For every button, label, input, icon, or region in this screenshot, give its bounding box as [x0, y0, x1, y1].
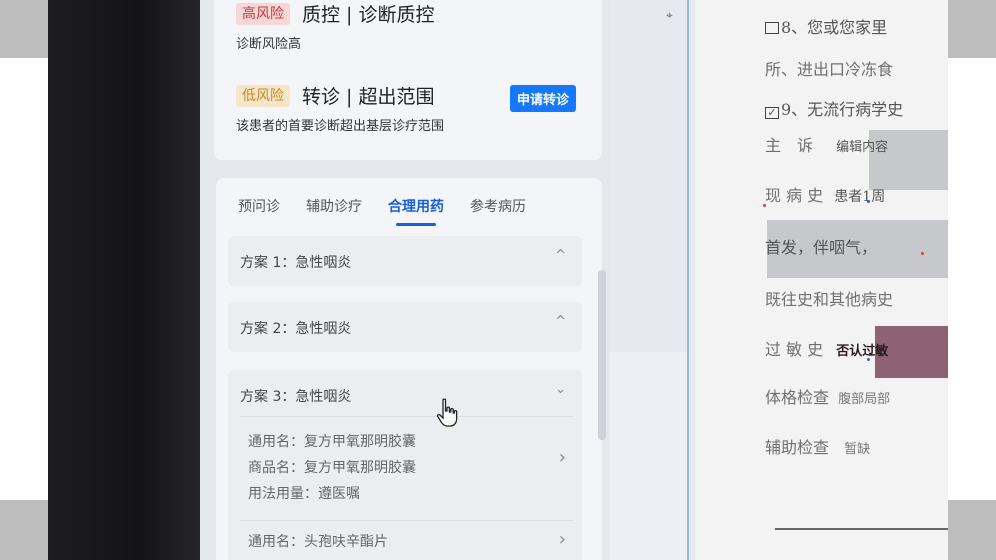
- tab-bar: 预问诊 辅助诊疗 合理用药 参考病历: [238, 196, 552, 226]
- auxiliary-exam-value[interactable]: 暂缺: [844, 442, 870, 457]
- past-history-label: 既往史和其他病史: [765, 290, 894, 309]
- document-edge: [687, 0, 689, 560]
- plan-item-1[interactable]: 方案 1：急性咽炎 ^: [228, 236, 582, 286]
- medical-record-document: 8、您或您家里 所、进出口冷冻食 ✓ 9、无流行病学史 主 诉 编辑内容 现 病 …: [695, 0, 948, 560]
- allergy-value[interactable]: 否认过敏: [836, 344, 888, 359]
- tab-reference-records[interactable]: 参考病历: [470, 196, 526, 216]
- chevron-right-icon[interactable]: ›: [559, 447, 566, 468]
- physical-exam-row[interactable]: 体格检查 腹部局部: [765, 384, 890, 408]
- auxiliary-exam-row[interactable]: 辅助检查 暂缺: [765, 434, 870, 458]
- checklist-item-9[interactable]: ✓ 9、无流行病学史: [765, 96, 903, 120]
- photo-frame-right: [948, 58, 996, 500]
- signature-line: [775, 528, 948, 530]
- photo-frame-bottom-right: [948, 500, 996, 560]
- field-label: 体格检查: [765, 388, 830, 407]
- assistant-panel: 高风险 质控 | 诊断质控 诊断风险高 低风险 转诊 | 超出范围 该患者的首要…: [200, 0, 610, 560]
- drug-generic-name: 通用名：复方甲氧那明胶囊: [248, 434, 416, 450]
- risk-title: 质控 | 诊断质控: [302, 4, 435, 26]
- pin-icon[interactable]: ⌖: [666, 8, 673, 23]
- plan-item-2[interactable]: 方案 2：急性咽炎 ^: [228, 302, 582, 352]
- drug-generic-name: 通用名：头孢呋辛酯片: [248, 534, 388, 550]
- marker-dot: [867, 358, 870, 361]
- doc-line: 所、进出口冷冻食: [765, 60, 894, 79]
- field-label: 现 病 史: [765, 186, 824, 205]
- present-illness-cont[interactable]: 首发，伴咽气，: [765, 234, 877, 258]
- photo-frame-left: [0, 58, 48, 500]
- risk-item-referral[interactable]: 低风险 转诊 | 超出范围 该患者的首要诊断超出基层诊疗范围: [236, 82, 444, 134]
- plan-title: 方案 2：急性咽炎: [240, 321, 352, 337]
- drug-brand-name: 商品名：复方甲氧那明胶囊: [248, 460, 416, 476]
- low-risk-badge: 低风险: [236, 84, 290, 107]
- chevron-up-icon[interactable]: ^: [555, 314, 566, 329]
- chevron-down-icon[interactable]: ⌄: [555, 382, 566, 397]
- tab-pre-consultation[interactable]: 预问诊: [238, 196, 280, 216]
- risk-item-quality[interactable]: 高风险 质控 | 诊断质控 诊断风险高: [236, 0, 434, 52]
- screen: 高风险 质控 | 诊断质控 诊断风险高 低风险 转诊 | 超出范围 该患者的首要…: [200, 0, 948, 560]
- field-label: 过 敏 史: [765, 340, 824, 359]
- chevron-up-icon[interactable]: ^: [555, 248, 566, 263]
- drug-item[interactable]: 通用名：头孢呋辛酯片 ›: [240, 520, 574, 560]
- risk-title: 转诊 | 超出范围: [302, 86, 435, 108]
- marker-dot: [921, 252, 924, 255]
- high-risk-badge: 高风险: [236, 2, 290, 25]
- field-label: 辅助检查: [765, 438, 830, 457]
- main-card: 预问诊 辅助诊疗 合理用药 参考病历 方案 1：急性咽炎 ^ 方案 2：急性咽炎…: [216, 178, 602, 560]
- tab-assisted-diagnosis[interactable]: 辅助诊疗: [306, 196, 362, 216]
- plan-item-3[interactable]: 方案 3：急性咽炎 ⌄ 通用名：复方甲氧那明胶囊 商品名：复方甲氧那明胶囊 用法…: [228, 370, 582, 560]
- risk-desc: 该患者的首要诊断超出基层诊疗范围: [236, 119, 445, 134]
- gutter-band: [610, 0, 690, 352]
- marker-dot: [867, 200, 870, 203]
- panel-scrollbar[interactable]: [598, 270, 606, 440]
- drug-usage: 用法用量：遵医嘱: [248, 486, 360, 502]
- apply-referral-button[interactable]: 申请转诊: [509, 85, 576, 112]
- photo-frame-bottom-left: [0, 500, 48, 560]
- chevron-right-icon[interactable]: ›: [559, 529, 566, 550]
- chief-complaint-value[interactable]: 编辑内容: [836, 140, 888, 155]
- plan-title: 方案 3：急性咽炎: [240, 389, 352, 405]
- physical-exam-value[interactable]: 腹部局部: [838, 392, 890, 407]
- checkbox-unchecked[interactable]: [765, 22, 779, 34]
- field-label: 主 诉: [765, 136, 814, 155]
- checklist-item-8[interactable]: 8、您或您家里: [765, 14, 887, 38]
- hand-cursor-icon: [436, 398, 458, 427]
- allergy-row[interactable]: 过 敏 史 否认过敏: [765, 336, 888, 360]
- chief-complaint-row[interactable]: 主 诉 编辑内容: [765, 132, 888, 156]
- checkbox-checked[interactable]: ✓: [765, 107, 779, 119]
- risk-desc: 诊断风险高: [236, 37, 302, 52]
- drug-item[interactable]: 通用名：复方甲氧那明胶囊 商品名：复方甲氧那明胶囊 用法用量：遵医嘱 ›: [240, 416, 574, 516]
- present-illness-value[interactable]: 患者1周: [834, 189, 885, 205]
- photo-frame-top-left: [0, 0, 48, 58]
- risk-card: 高风险 质控 | 诊断质控 诊断风险高 低风险 转诊 | 超出范围 该患者的首要…: [214, 0, 602, 160]
- tab-rational-medication[interactable]: 合理用药: [388, 196, 444, 226]
- panel-gutter: [610, 0, 690, 560]
- marker-dot: [763, 204, 766, 207]
- monitor-bezel: [48, 0, 200, 560]
- plan-title: 方案 1：急性咽炎: [240, 255, 352, 271]
- photo-frame-top-right: [948, 0, 996, 58]
